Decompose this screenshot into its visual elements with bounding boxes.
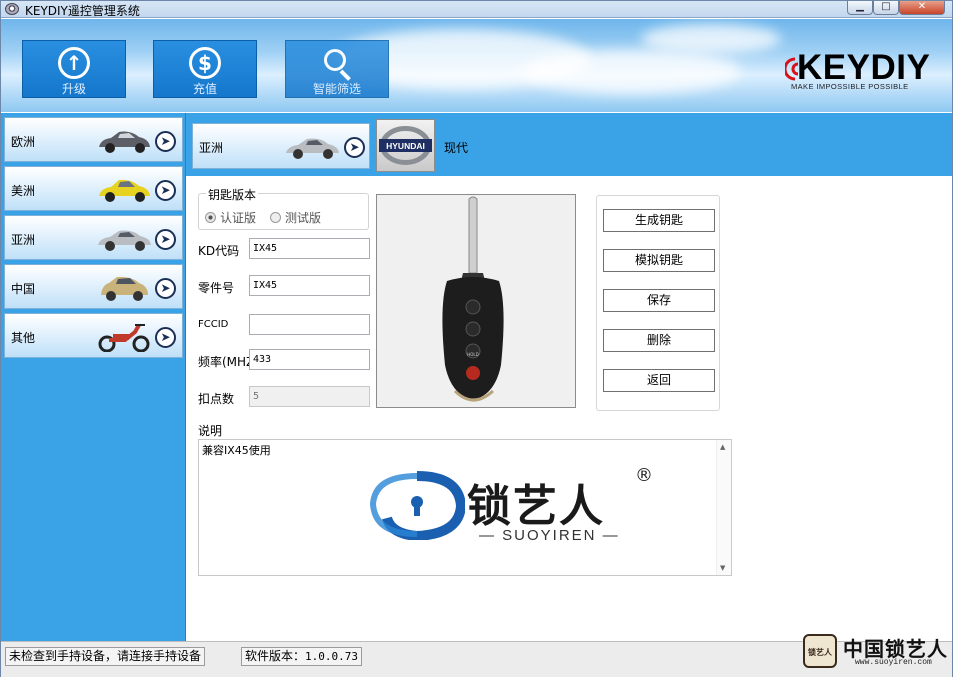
simulate-key-button[interactable]: 模拟钥匙	[603, 249, 715, 272]
remote-key-image: HOLD	[376, 194, 576, 408]
scroll-down-icon[interactable]: ▼	[720, 564, 725, 572]
maximize-button[interactable]: □	[873, 1, 899, 15]
app-icon	[5, 3, 19, 15]
car-icon	[286, 138, 339, 159]
scooter-icon	[98, 324, 150, 352]
smart-filter-button[interactable]: 智能筛选	[285, 40, 389, 98]
region-sidebar: 欧洲 ➤ 美洲 ➤ 亚洲 ➤ 中国 ➤ 其他 ➤	[1, 113, 186, 641]
description-scrollbar[interactable]: ▲ ▼	[716, 440, 731, 575]
selected-region-card[interactable]: 亚洲 ➤	[192, 123, 370, 169]
flip-key-icon: HOLD	[442, 196, 504, 402]
sidebar-item-label: 亚洲	[11, 233, 36, 247]
kd-code-field[interactable]: IX45	[249, 238, 370, 259]
upgrade-label: 升级	[61, 82, 86, 96]
test-version-radio[interactable]: 测试版	[270, 209, 321, 226]
app-window: KEYDIY遥控管理系统 ▁ □ ✕ ↑ 升级 $ 充值 智能筛选 KEYDIY…	[0, 0, 953, 677]
part-no-field[interactable]: IX45	[249, 275, 370, 296]
registered-mark: ®	[635, 465, 653, 486]
keydiy-logo: KEYDIY MAKE IMPOSSIBLE POSSIBLE	[785, 49, 945, 93]
minimize-button[interactable]: ▁	[847, 1, 873, 15]
back-button[interactable]: 返回	[603, 369, 715, 392]
scroll-up-icon[interactable]: ▲	[720, 443, 725, 451]
description-label: 说明	[198, 424, 223, 438]
sidebar-item-europe[interactable]: 欧洲 ➤	[4, 117, 183, 162]
make-name: 现代	[444, 141, 469, 155]
arrow-right-icon[interactable]: ➤	[344, 137, 365, 158]
hyundai-logo: HYUNDAI	[379, 126, 432, 165]
cloud-decoration	[521, 49, 741, 94]
svg-text:HOLD: HOLD	[467, 352, 478, 357]
description-textarea[interactable]: 兼容IX45使用 锁艺人 — SUOYIREN — ® ▲ ▼	[198, 439, 732, 576]
sidebar-item-label: 美洲	[11, 184, 36, 198]
fccid-field[interactable]	[249, 314, 370, 335]
radio-dot-icon	[205, 212, 216, 223]
brand-slogan: MAKE IMPOSSIBLE POSSIBLE	[791, 82, 909, 91]
certified-version-radio[interactable]: 认证版	[205, 209, 256, 226]
save-button[interactable]: 保存	[603, 289, 715, 312]
frequency-field[interactable]: 433	[249, 349, 370, 370]
generate-key-button[interactable]: 生成钥匙	[603, 209, 715, 232]
suoyiren-logo: 锁艺人 — SUOYIREN — ®	[369, 465, 659, 550]
watermark-url: www.suoyiren.com	[855, 658, 932, 667]
description-text: 兼容IX45使用	[202, 444, 271, 457]
fccid-label: FCCID	[198, 319, 229, 330]
sidebar-item-label: 中国	[11, 282, 36, 296]
close-button[interactable]: ✕	[899, 1, 945, 15]
key-detail-panel: 钥匙版本 认证版 测试版 KD代码 IX45 零件号 IX45 FCCID 频率…	[186, 176, 952, 641]
upgrade-button[interactable]: ↑ 升级	[22, 40, 126, 98]
window-title: KEYDIY遥控管理系统	[25, 4, 140, 18]
key-version-legend: 钥匙版本	[206, 186, 259, 203]
seal-logo: 锁艺人	[803, 634, 837, 668]
car-icon	[99, 131, 150, 153]
test-version-label: 测试版	[285, 211, 322, 225]
frequency-label: 频率(MHZ	[198, 355, 255, 369]
selected-region-label: 亚洲	[199, 141, 224, 155]
device-status: 未检查到手持设备，请连接手持设备	[5, 647, 206, 666]
sidebar-item-other[interactable]: 其他 ➤	[4, 313, 183, 358]
actions-group: 生成钥匙 模拟钥匙 保存 删除 返回	[596, 195, 720, 411]
delete-button[interactable]: 删除	[603, 329, 715, 352]
cloud-decoration	[641, 24, 781, 54]
smart-filter-label: 智能筛选	[312, 82, 361, 96]
suoyiren-en: — SUOYIREN —	[479, 527, 620, 544]
arrow-right-icon[interactable]: ➤	[155, 131, 176, 152]
arrow-right-icon[interactable]: ➤	[155, 327, 176, 348]
arrow-right-icon[interactable]: ➤	[155, 180, 176, 201]
points-label: 扣点数	[198, 392, 235, 406]
kd-code-label: KD代码	[198, 244, 240, 258]
part-no-label: 零件号	[198, 281, 235, 295]
svg-text:HYUNDAI: HYUNDAI	[386, 141, 425, 151]
arrow-right-icon[interactable]: ➤	[155, 229, 176, 250]
points-field: 5	[249, 386, 370, 407]
keyhole-swirl-icon	[369, 471, 465, 540]
sidebar-item-label: 欧洲	[11, 135, 36, 149]
arrow-right-icon[interactable]: ➤	[155, 278, 176, 299]
software-version: 软件版本：1.0.0.73	[241, 647, 362, 666]
watermark: 锁艺人 中国锁艺人 www.suoyiren.com	[801, 631, 951, 675]
dollar-icon: $	[189, 47, 221, 79]
sidebar-item-label: 其他	[11, 331, 36, 345]
certified-version-label: 认证版	[220, 211, 257, 225]
car-icon	[98, 230, 151, 251]
arrow-up-icon: ↑	[58, 47, 90, 79]
software-version-value: 1.0.0.73	[305, 650, 358, 663]
radio-dot-icon	[270, 212, 281, 223]
sidebar-item-china[interactable]: 中国 ➤	[4, 264, 183, 309]
selected-region-strip: 亚洲 ➤ HYUNDAI 现代	[186, 113, 952, 176]
software-version-label: 软件版本：	[245, 649, 306, 663]
hyundai-brand-tile[interactable]: HYUNDAI	[376, 119, 435, 172]
recharge-label: 充值	[192, 82, 217, 96]
recharge-button[interactable]: $ 充值	[153, 40, 257, 98]
svg-text:锁艺人: 锁艺人	[808, 647, 833, 657]
car-icon	[99, 179, 150, 202]
sidebar-item-americas[interactable]: 美洲 ➤	[4, 166, 183, 211]
header-banner: ↑ 升级 $ 充值 智能筛选 KEYDIY MAKE IMPOSSIBLE PO…	[1, 19, 952, 112]
title-bar: KEYDIY遥控管理系统 ▁ □ ✕	[1, 1, 952, 18]
car-icon	[101, 276, 148, 301]
search-icon	[321, 47, 353, 81]
sidebar-item-asia[interactable]: 亚洲 ➤	[4, 215, 183, 260]
suoyiren-cn: 锁艺人	[467, 481, 605, 532]
